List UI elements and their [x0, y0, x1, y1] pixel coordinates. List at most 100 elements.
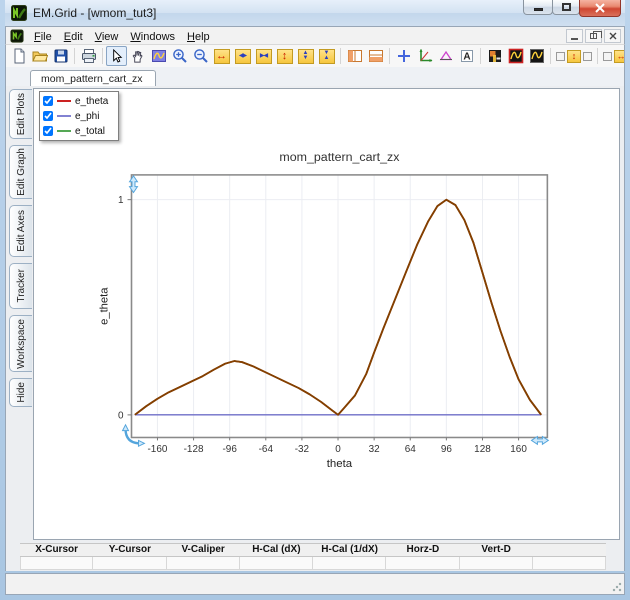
title-bar[interactable]: EM.Grid - [wmom_tut3]: [5, 0, 625, 26]
app-window: EM.Grid - [wmom_tut3] FileEditViewWindow…: [0, 0, 630, 600]
add-crosshair-button[interactable]: [393, 46, 414, 66]
toolbar-separator: [102, 48, 103, 64]
shrink-x-button[interactable]: ▶◀: [253, 46, 274, 66]
slope-marker-button[interactable]: [435, 46, 456, 66]
toolbar-separator: [597, 48, 598, 64]
minimize-icon: [534, 8, 543, 11]
x-tick-label: -128: [184, 444, 204, 455]
side-tab-label: Hide: [16, 382, 27, 403]
trace-window-active-icon: [508, 48, 524, 64]
toolbar-separator: [340, 48, 341, 64]
x-tick-label: -64: [259, 444, 274, 455]
toolbar-separator: [389, 48, 390, 64]
zoom-out-button[interactable]: [190, 46, 211, 66]
pan-tool-button[interactable]: [127, 46, 148, 66]
print-button[interactable]: [78, 46, 99, 66]
zoom-in-button[interactable]: [169, 46, 190, 66]
add-crosshair-icon: [396, 48, 412, 64]
y-extent-handle[interactable]: [130, 176, 138, 193]
pan-hand-icon: [130, 49, 145, 64]
mdi-close-button[interactable]: [604, 29, 621, 43]
readout-value-cell: [533, 557, 606, 569]
side-tab-strip: Edit Plots Edit Graph Edit Axes Tracker Work…: [6, 86, 33, 542]
mdi-restore-button[interactable]: [585, 29, 602, 43]
readout-value-cell: [93, 557, 166, 569]
spread-y-icon: ▲▼: [298, 49, 314, 64]
autofit-x-left-checkbox[interactable]: [603, 52, 612, 61]
open-file-button[interactable]: [29, 46, 50, 66]
plot-canvas[interactable]: -160-128-96-64-32032649612816001mom_patt…: [34, 89, 619, 539]
trace-window-button[interactable]: [526, 46, 547, 66]
zoom-region-button[interactable]: [148, 46, 169, 66]
menu-view[interactable]: View: [89, 30, 125, 44]
resize-grip[interactable]: [612, 582, 622, 592]
readout-value-cell: [240, 557, 313, 569]
legend-row-e_total: e_total: [43, 124, 108, 138]
spread-x-icon: ◀▶: [235, 49, 251, 64]
side-tab-tracker[interactable]: Tracker: [9, 263, 32, 309]
trace-window-active-button[interactable]: [505, 46, 526, 66]
minimize-button[interactable]: [523, 0, 553, 15]
side-tab-label: Tracker: [16, 269, 27, 303]
plot-title: mom_pattern_cart_zx: [279, 150, 400, 164]
split-horizontal-button[interactable]: [365, 46, 386, 66]
close-button[interactable]: [579, 0, 621, 17]
shrink-y-icon: ▼▲: [319, 49, 335, 64]
save-icon: [53, 48, 69, 64]
side-tab-label: Workspace: [16, 319, 27, 369]
x-tick-label: 96: [441, 444, 453, 455]
legend-checkbox-e_total[interactable]: [43, 126, 53, 136]
autofit-y-icon[interactable]: ↕: [567, 50, 581, 63]
marker-tool-button[interactable]: [484, 46, 505, 66]
autofit-y-right-checkbox[interactable]: [583, 52, 592, 61]
expand-x-button[interactable]: ↔: [211, 46, 232, 66]
legend-checkbox-e_theta[interactable]: [43, 96, 53, 106]
shrink-y-button[interactable]: ▼▲: [316, 46, 337, 66]
mdi-minimize-button[interactable]: [566, 29, 583, 43]
rotate-handle-tip: [123, 425, 129, 431]
new-file-button[interactable]: [8, 46, 29, 66]
tab-strip: mom_pattern_cart_zx: [5, 67, 625, 86]
menu-file[interactable]: File: [28, 30, 58, 44]
toolbar-separator: [480, 48, 481, 64]
trace-window-icon: [529, 48, 545, 64]
status-text: [6, 579, 12, 590]
readout-header-cell: H-Cal (dX): [240, 544, 313, 556]
side-tab-hide[interactable]: Hide: [9, 378, 32, 407]
spread-x-button[interactable]: ◀▶: [232, 46, 253, 66]
side-tab-label: Edit Plots: [16, 93, 27, 135]
legend-checkbox-e_phi[interactable]: [43, 111, 53, 121]
menu-edit[interactable]: Edit: [58, 30, 89, 44]
toolbar-separator: [74, 48, 75, 64]
split-vertical-button[interactable]: [344, 46, 365, 66]
document-icon: [10, 29, 24, 43]
autofit-x-icon[interactable]: ↔: [614, 50, 625, 63]
side-tab-workspace[interactable]: Workspace: [9, 315, 32, 372]
legend-label-e_total: e_total: [75, 126, 105, 137]
side-tab-label: Edit Axes: [16, 210, 27, 252]
zoom-out-icon: [193, 48, 209, 64]
app-icon: [11, 5, 27, 21]
legend-label-e_phi: e_phi: [75, 111, 99, 122]
tab-mom-pattern-cart-zx[interactable]: mom_pattern_cart_zx: [30, 70, 156, 87]
print-icon: [81, 48, 97, 64]
text-tool-button[interactable]: A: [456, 46, 477, 66]
expand-y-button[interactable]: ↕: [274, 46, 295, 66]
y-tick-label: 1: [118, 195, 124, 206]
slope-marker-icon: [438, 48, 454, 64]
side-tab-edit-graph[interactable]: Edit Graph: [9, 145, 32, 199]
menu-help[interactable]: Help: [181, 30, 216, 44]
readout-value-cell: [167, 557, 240, 569]
side-tab-edit-axes[interactable]: Edit Axes: [9, 205, 32, 257]
save-button[interactable]: [50, 46, 71, 66]
autofit-y-left-checkbox[interactable]: [556, 52, 565, 61]
spread-y-button[interactable]: ▲▼: [295, 46, 316, 66]
expand-y-icon: ↕: [277, 49, 293, 64]
side-tab-edit-plots[interactable]: Edit Plots: [9, 89, 32, 139]
open-file-icon: [32, 48, 48, 64]
maximize-button[interactable]: [552, 0, 580, 15]
expand-x-icon: ↔: [214, 49, 230, 64]
menu-windows[interactable]: Windows: [124, 30, 181, 44]
pointer-tool-button[interactable]: [106, 46, 127, 66]
axes-tool-button[interactable]: [414, 46, 435, 66]
